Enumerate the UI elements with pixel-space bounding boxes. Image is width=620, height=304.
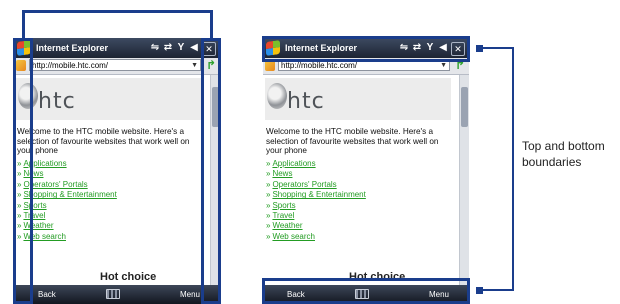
htc-logo: htc [265, 78, 451, 120]
boundaries-caption: Top and bottom boundaries [522, 139, 605, 169]
link-list: Applications News Operators' Portals Sho… [266, 159, 366, 242]
right-boundary-highlight [201, 38, 221, 304]
page-content: htc Welcome to the HTC mobile website. H… [263, 75, 459, 285]
top-boundary-highlight [262, 36, 470, 62]
url-text: http://mobile.htc.com/ [281, 61, 358, 70]
menu-softkey[interactable]: Menu [180, 290, 200, 299]
bottom-boundary-highlight [262, 278, 470, 304]
callout-marker-bottom [476, 287, 483, 294]
intro-text: Welcome to the HTC mobile website. Here'… [17, 127, 190, 156]
url-input[interactable]: http://mobile.htc.com/ ▼ [29, 59, 201, 71]
intro-text: Welcome to the HTC mobile website. Here'… [266, 127, 439, 156]
htc-logo-text: htc [38, 89, 76, 114]
scroll-thumb[interactable] [461, 87, 468, 127]
left-boundary-highlight [13, 38, 33, 304]
page-content: htc Welcome to the HTC mobile website. H… [14, 75, 210, 285]
callout-line-left [22, 10, 25, 38]
htc-logo-text: htc [287, 89, 325, 114]
callout-line-top [483, 47, 513, 49]
link-applications[interactable]: Applications [266, 159, 366, 169]
sync-icon[interactable]: ⇄ [163, 38, 173, 58]
callout-marker-top [476, 45, 483, 52]
scrollbar[interactable] [459, 75, 469, 285]
link-web-search[interactable]: Web search [266, 232, 366, 242]
callout-line-right [210, 10, 213, 38]
link-news[interactable]: News [266, 169, 366, 179]
chevron-down-icon[interactable]: ▼ [191, 60, 198, 72]
hot-choice-heading: Hot choice [100, 271, 157, 283]
back-softkey[interactable]: Back [38, 290, 56, 299]
address-bar: http://mobile.htc.com/ ▼ ↱ [14, 58, 220, 75]
link-weather[interactable]: Weather [266, 221, 366, 231]
signal-icon[interactable]: Y [176, 38, 186, 58]
window-title: Internet Explorer [36, 43, 109, 53]
callout-line-vertical [512, 47, 514, 291]
volume-icon[interactable]: ◀ [189, 38, 199, 58]
keyboard-icon[interactable] [106, 289, 120, 299]
link-shopping-entertainment[interactable]: Shopping & Entertainment [266, 190, 365, 200]
soft-key-bar: Back Menu [14, 285, 220, 304]
connection-icon[interactable]: ⇋ [150, 38, 160, 58]
link-operators-portals[interactable]: Operators' Portals [266, 180, 366, 190]
link-sports[interactable]: Sports [266, 201, 366, 211]
callout-line-bottom [483, 289, 513, 291]
browser-screenshot-right: Internet Explorer ⇋ ⇄ Y ◀ ✕ http://mobil… [263, 38, 469, 304]
title-bar: Internet Explorer ⇋ ⇄ Y ◀ ✕ [14, 38, 220, 58]
htc-swirl-icon [267, 83, 287, 109]
browser-screenshot-left: Internet Explorer ⇋ ⇄ Y ◀ ✕ http://mobil… [14, 38, 220, 304]
url-text: http://mobile.htc.com/ [32, 61, 109, 70]
htc-logo: htc [16, 78, 202, 120]
link-travel[interactable]: Travel [266, 211, 366, 221]
callout-bracket [22, 10, 213, 13]
